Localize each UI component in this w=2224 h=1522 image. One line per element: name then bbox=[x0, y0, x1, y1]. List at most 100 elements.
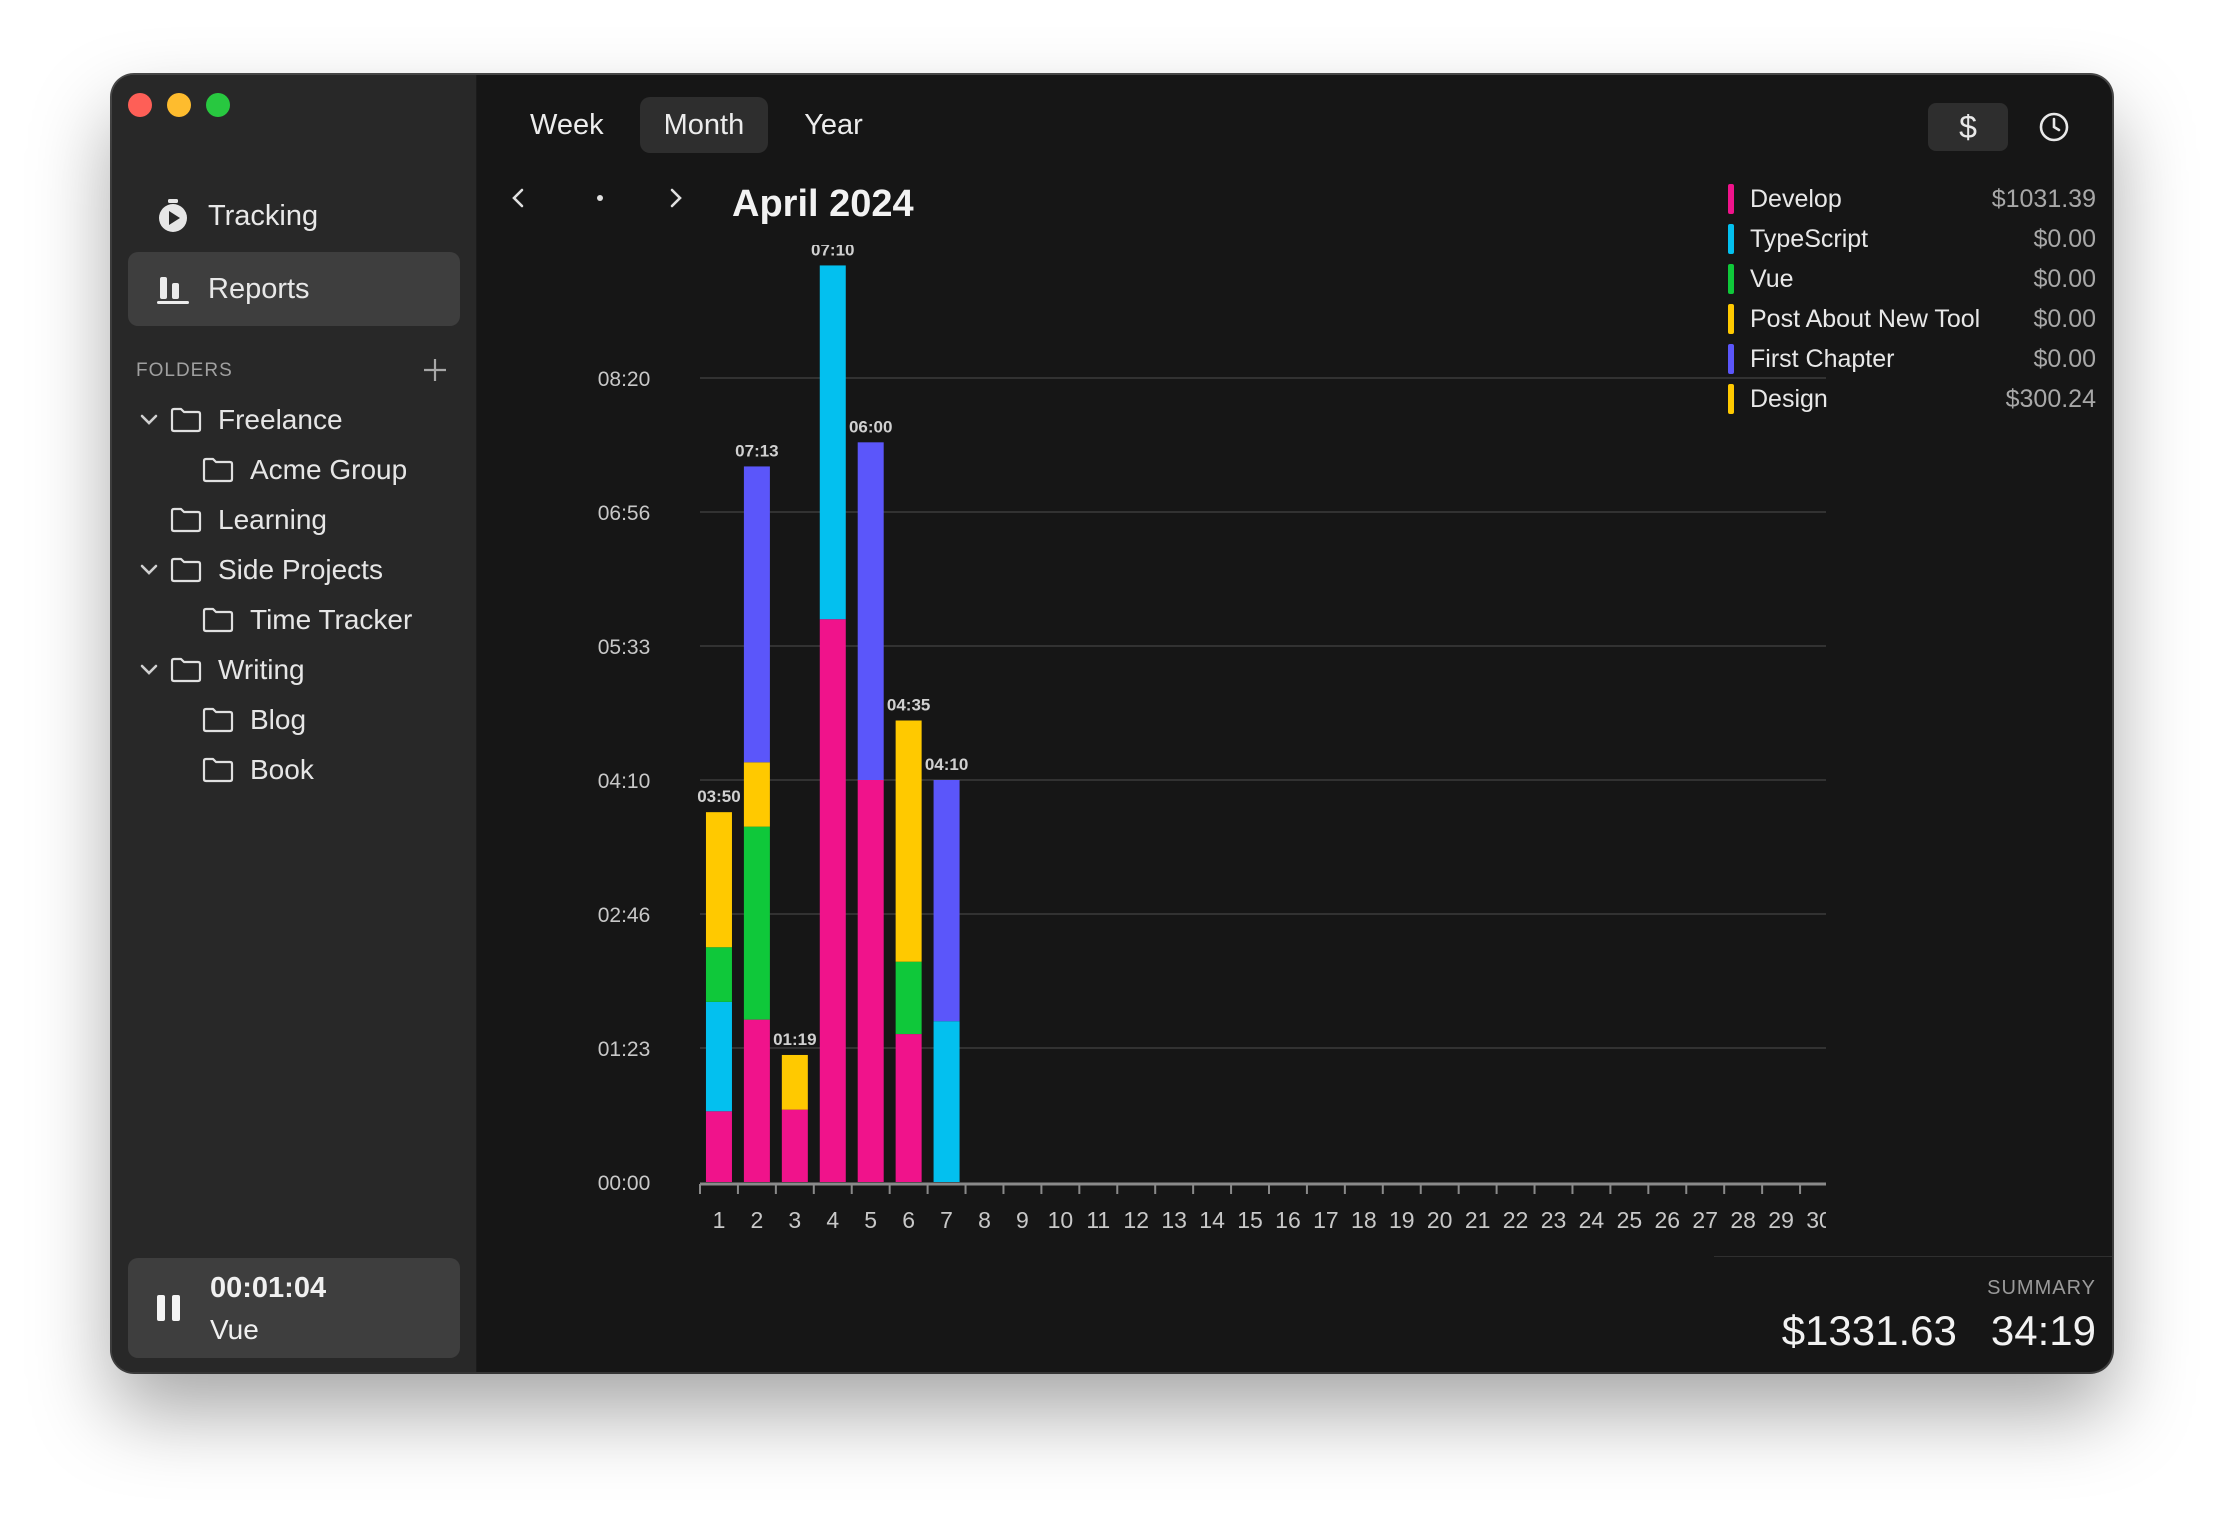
summary-amount: $1331.63 bbox=[1781, 1307, 1957, 1354]
sidebar-item-label: Tracking bbox=[208, 199, 319, 232]
legend: Develop $1031.39 TypeScript $0.00 Vue $0.00 Po… bbox=[1728, 179, 2096, 419]
x-tick-label: 15 bbox=[1237, 1207, 1263, 1233]
dollar-icon: $ bbox=[1959, 108, 1977, 145]
folder-item[interactable]: Side Projects bbox=[112, 545, 476, 595]
folder-label: Freelance bbox=[218, 404, 343, 435]
bar-segment bbox=[743, 1019, 770, 1182]
bar-segment bbox=[743, 826, 770, 1020]
folder-icon bbox=[202, 755, 236, 785]
tab-month[interactable]: Month bbox=[639, 97, 769, 153]
folder-item[interactable]: Acme Group bbox=[112, 445, 476, 495]
folder-label: Time Tracker bbox=[250, 604, 413, 635]
x-tick-label: 13 bbox=[1161, 1207, 1187, 1233]
y-tick-label: 01:23 bbox=[598, 1038, 651, 1061]
bar-segment bbox=[781, 1109, 808, 1182]
folders-header: FOLDERS bbox=[136, 351, 452, 391]
x-tick-label: 21 bbox=[1465, 1207, 1491, 1233]
x-tick-label: 25 bbox=[1617, 1207, 1643, 1233]
summary-values: $1331.63 34:19 bbox=[1782, 1307, 2096, 1355]
bar-total-label: 03:50 bbox=[697, 787, 740, 806]
chevron-down-icon[interactable] bbox=[136, 657, 162, 683]
x-tick-label: 14 bbox=[1199, 1207, 1225, 1233]
legend-swatch bbox=[1728, 384, 1734, 414]
close-window-button[interactable] bbox=[128, 93, 152, 117]
y-tick-label: 04:10 bbox=[598, 770, 651, 793]
legend-value: $300.24 bbox=[2005, 384, 2096, 413]
folder-item[interactable]: Blog bbox=[112, 695, 476, 745]
bar-total-label: 07:10 bbox=[811, 245, 854, 259]
summary-label: SUMMARY bbox=[1987, 1277, 2096, 1299]
timer-project: Vue bbox=[210, 1314, 259, 1345]
x-tick-label: 11 bbox=[1086, 1207, 1110, 1233]
x-tick-label: 23 bbox=[1541, 1207, 1567, 1233]
legend-name: First Chapter bbox=[1750, 344, 1895, 373]
sidebar-item-label: Reports bbox=[208, 272, 310, 305]
y-tick-label: 00:00 bbox=[598, 1172, 651, 1195]
legend-value: $0.00 bbox=[2033, 264, 2096, 293]
folder-item[interactable]: Time Tracker bbox=[112, 595, 476, 645]
legend-name: Design bbox=[1750, 384, 1828, 413]
chevron-down-icon[interactable] bbox=[136, 557, 162, 583]
legend-item[interactable]: Design $300.24 bbox=[1728, 379, 2096, 419]
folder-item[interactable]: Freelance bbox=[112, 395, 476, 445]
summary-hours: 34:19 bbox=[1990, 1307, 2096, 1354]
bar-segment bbox=[705, 1111, 732, 1182]
bar-segment bbox=[933, 1021, 960, 1182]
timer-elapsed: 00:01:04 bbox=[210, 1272, 327, 1304]
bar-segment bbox=[743, 762, 770, 827]
x-tick-label: 30 bbox=[1806, 1207, 1826, 1233]
bar-segment bbox=[857, 780, 884, 1182]
folder-icon bbox=[170, 505, 204, 535]
x-tick-label: 28 bbox=[1730, 1207, 1756, 1233]
next-period-button[interactable] bbox=[666, 183, 686, 220]
legend-item[interactable]: Develop $1031.39 bbox=[1728, 179, 2096, 219]
tab-year[interactable]: Year bbox=[780, 97, 887, 153]
bar-segment bbox=[705, 1001, 732, 1112]
legend-item[interactable]: First Chapter $0.00 bbox=[1728, 339, 2096, 379]
zoom-window-button[interactable] bbox=[206, 93, 230, 117]
current-period-button[interactable] bbox=[590, 183, 610, 220]
stopwatch-icon bbox=[154, 197, 192, 235]
x-tick-label: 9 bbox=[1016, 1207, 1029, 1233]
dot-icon bbox=[597, 195, 603, 201]
bar-total-label: 04:35 bbox=[887, 696, 930, 715]
sidebar-item-reports[interactable]: Reports bbox=[128, 252, 460, 326]
previous-period-button[interactable] bbox=[508, 183, 528, 220]
folder-item[interactable]: Writing bbox=[112, 645, 476, 695]
y-tick-label: 05:33 bbox=[598, 636, 651, 659]
x-tick-label: 24 bbox=[1579, 1207, 1605, 1233]
folder-item[interactable]: Book bbox=[112, 745, 476, 795]
folder-tree: Freelance Acme Group Learning Side Projects… bbox=[112, 395, 476, 795]
currency-toggle-button[interactable]: $ bbox=[1928, 103, 2008, 151]
chevron-left-icon bbox=[512, 188, 524, 208]
folder-icon bbox=[202, 705, 236, 735]
folder-item[interactable]: Learning bbox=[112, 495, 476, 545]
legend-value: $1031.39 bbox=[1991, 184, 2096, 213]
tab-week[interactable]: Week bbox=[506, 97, 628, 153]
legend-name: TypeScript bbox=[1750, 224, 1869, 253]
legend-swatch bbox=[1728, 224, 1734, 254]
period-tabs: Week Month Year bbox=[506, 97, 887, 153]
sidebar-item-tracking[interactable]: Tracking bbox=[128, 179, 460, 253]
active-timer[interactable]: 00:01:04 Vue bbox=[128, 1258, 460, 1358]
legend-item[interactable]: Post About New Tool $0.00 bbox=[1728, 299, 2096, 339]
chevron-down-icon[interactable] bbox=[136, 407, 162, 433]
minimize-window-button[interactable] bbox=[167, 93, 191, 117]
bar-segment bbox=[895, 1034, 922, 1182]
clock-icon bbox=[2039, 112, 2069, 142]
bar-segment bbox=[819, 265, 846, 620]
time-toggle-button[interactable] bbox=[2030, 103, 2078, 151]
add-folder-button[interactable] bbox=[418, 356, 452, 386]
period-title: April 2024 bbox=[732, 183, 914, 225]
folder-icon bbox=[170, 555, 204, 585]
bar-segment bbox=[705, 947, 732, 1002]
bar-segment bbox=[895, 961, 922, 1035]
legend-item[interactable]: Vue $0.00 bbox=[1728, 259, 2096, 299]
pause-icon[interactable] bbox=[156, 1294, 182, 1322]
x-tick-label: 20 bbox=[1427, 1207, 1453, 1233]
legend-item[interactable]: TypeScript $0.00 bbox=[1728, 219, 2096, 259]
stacked-bar-chart: 00:00 01:23 02:46 04:10 05:33 06:56 08:20 1 03:5… bbox=[598, 245, 1826, 1233]
bar-segment bbox=[895, 720, 922, 962]
